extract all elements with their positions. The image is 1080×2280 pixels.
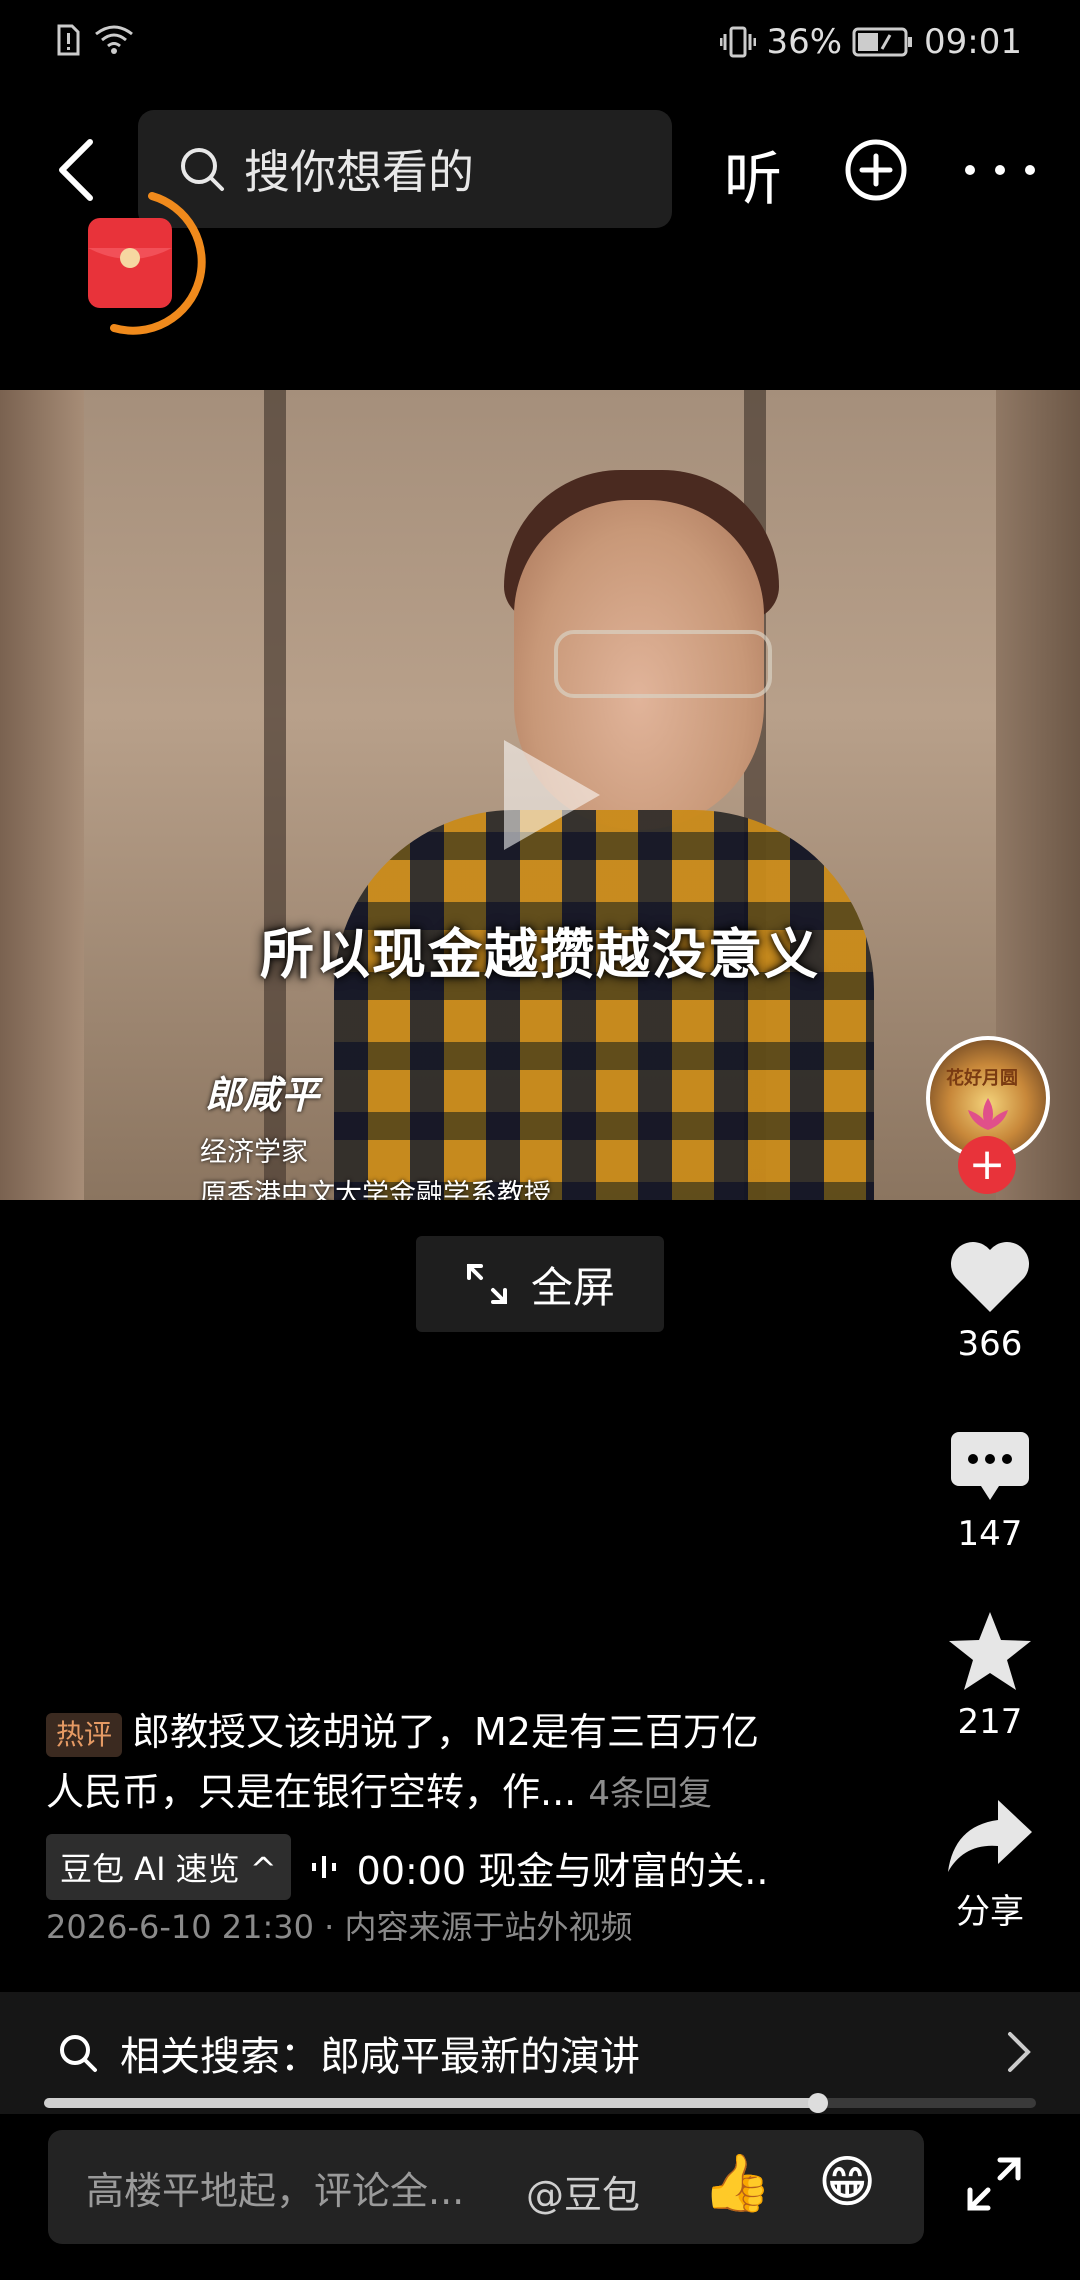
- hot-comment[interactable]: 热评 郎教授又该胡说了，M2是有三百万亿 人民币，只是在银行空转，作... 4条回…: [46, 1702, 846, 1824]
- search-bar[interactable]: 搜你想看的: [138, 110, 672, 228]
- progress-knob[interactable]: [807, 2093, 828, 2113]
- more-icon[interactable]: [960, 160, 1040, 180]
- ai-summary-text: 00:00 现金与财富的关..: [356, 1848, 769, 1893]
- ai-summary-row[interactable]: 豆包 AI 速览 ^ 00:00 现金与财富的关..: [46, 1834, 768, 1900]
- video-progress-bar[interactable]: [44, 2093, 1036, 2113]
- play-icon[interactable]: [490, 730, 610, 860]
- search-icon: [181, 148, 224, 191]
- audio-wave-icon: [311, 1856, 336, 1878]
- grin-emoji-button[interactable]: 😁: [818, 2150, 876, 2215]
- search-icon: [60, 2035, 97, 2072]
- like-count: 366: [957, 1324, 1023, 1364]
- red-packet-icon[interactable]: [74, 188, 210, 338]
- related-search[interactable]: 相关搜索：郎咸平最新的演讲: [0, 1992, 1080, 2114]
- share-icon: [948, 1800, 1032, 1872]
- favorite-action[interactable]: 217: [930, 1610, 1050, 1742]
- speaker-glasses: [554, 630, 772, 698]
- status-bar: 36% 09:01: [0, 0, 1080, 90]
- comment-placeholder: 高楼平地起，评论全...: [86, 2168, 465, 2213]
- expand-arrows-icon: [466, 1264, 507, 1304]
- lotus-icon: [968, 1098, 1008, 1130]
- mention-doubao-button[interactable]: @豆包: [526, 2164, 640, 2219]
- listen-button[interactable]: 听: [724, 132, 782, 216]
- hot-comment-line2: 人民币，只是在银行空转，作...: [46, 1770, 577, 1814]
- wifi-icon: [95, 25, 133, 54]
- related-search-label: 相关搜索：郎咸平最新的演讲: [120, 2034, 640, 2080]
- avatar-text: 花好月圆: [946, 1068, 1018, 1089]
- chevron-up-icon: ^: [249, 1850, 277, 1888]
- battery-percent: 36%: [766, 22, 843, 62]
- star-icon: [949, 1612, 1031, 1690]
- progress-fill: [44, 2098, 818, 2108]
- comment-count: 147: [957, 1514, 1023, 1554]
- comment-action[interactable]: 147: [930, 1430, 1050, 1554]
- thumbs-up-emoji-button[interactable]: 👍: [702, 2150, 772, 2216]
- add-icon[interactable]: [844, 138, 908, 202]
- ai-summary-tag[interactable]: 豆包 AI 速览 ^: [46, 1834, 291, 1900]
- speaker-name: 郎咸平: [205, 1072, 320, 1117]
- comment-input[interactable]: 高楼平地起，评论全... @豆包 👍 😁: [48, 2130, 924, 2244]
- expand-icon[interactable]: [964, 2154, 1024, 2214]
- share-action[interactable]: 分享: [930, 1798, 1050, 1933]
- clock: 09:01: [924, 22, 1022, 62]
- reply-count[interactable]: 4条回复: [588, 1774, 712, 1814]
- favorite-count: 217: [957, 1702, 1023, 1742]
- post-meta: 2026-6-10 21:30 · 内容来源于站外视频: [46, 1908, 633, 1946]
- search-placeholder: 搜你想看的: [244, 145, 474, 199]
- status-left: [56, 24, 134, 56]
- heart-icon: [950, 1241, 1030, 1312]
- fullscreen-label: 全屏: [530, 1262, 615, 1312]
- sim-alert-icon: [57, 24, 80, 56]
- ai-summary-tag-label: 豆包 AI 速览: [60, 1850, 240, 1888]
- video-subtitle: 所以现金越攒越没意义: [260, 922, 820, 986]
- comment-icon: [951, 1432, 1029, 1500]
- fullscreen-button[interactable]: 全屏: [416, 1236, 664, 1332]
- hot-comment-line1: 郎教授又该胡说了，M2是有三百万亿: [132, 1710, 759, 1754]
- status-right: 36% 09:01: [720, 22, 1022, 62]
- share-label: 分享: [956, 1892, 1024, 1932]
- chevron-right-icon: [1008, 2032, 1031, 2072]
- speaker-shirt: [334, 810, 874, 1200]
- speaker-affiliation: 原香港中文大学金融学系教授: [200, 1179, 551, 1200]
- speaker-title: 经济学家: [200, 1137, 308, 1168]
- video-player[interactable]: 所以现金越攒越没意义 郎咸平 经济学家 原香港中文大学金融学系教授: [0, 390, 1080, 1200]
- battery-icon: [852, 27, 913, 57]
- vibrate-icon: [720, 26, 757, 58]
- hot-comment-tag: 热评: [46, 1712, 123, 1757]
- follow-button[interactable]: +: [958, 1136, 1016, 1194]
- like-action[interactable]: 366: [930, 1238, 1050, 1364]
